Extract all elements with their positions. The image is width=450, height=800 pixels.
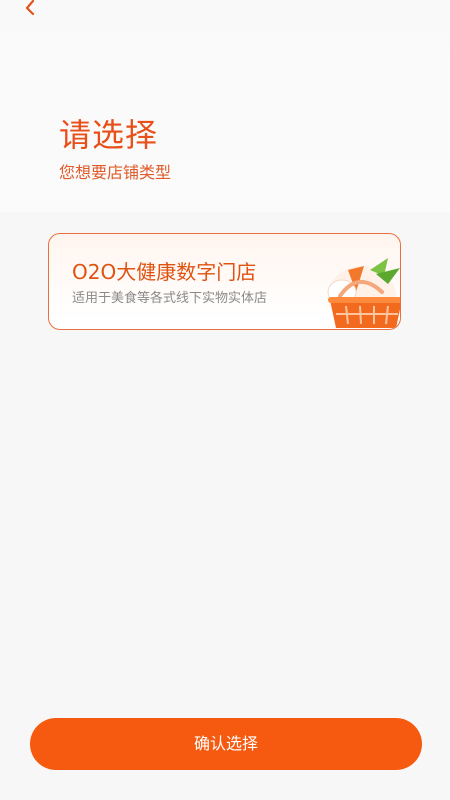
store-type-title: O2O大健康数字门店 xyxy=(72,260,257,284)
confirm-button[interactable]: 确认选择 xyxy=(30,718,422,770)
page-title: 请选择 xyxy=(59,116,159,154)
page-subtitle: 您想要店铺类型 xyxy=(59,163,172,182)
shopping-basket-icon xyxy=(327,258,400,328)
store-type-description: 适用于美食等各式线下实物实体店 xyxy=(72,291,268,306)
chevron-left-icon xyxy=(25,0,35,16)
back-button[interactable] xyxy=(16,0,44,22)
store-type-option-o2o[interactable]: O2O大健康数字门店 适用于美食等各式线下实物实体店 xyxy=(48,233,401,330)
